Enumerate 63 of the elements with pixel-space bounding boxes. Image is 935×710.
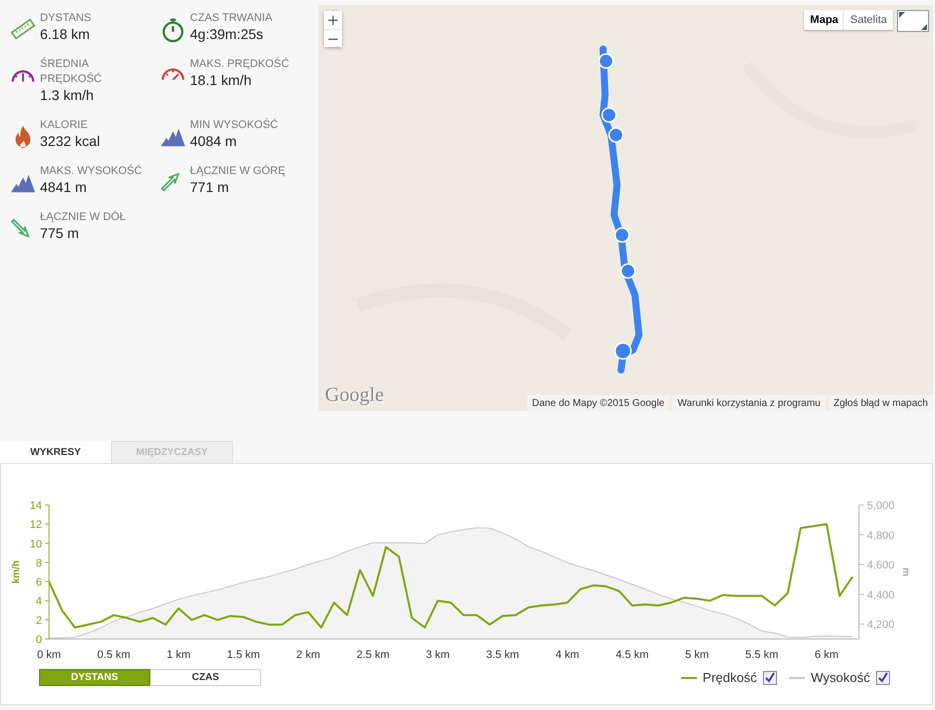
stat-value: 18.1 km/h: [190, 72, 252, 89]
x-tick-label: 6 km: [814, 649, 839, 661]
tab[interactable]: WYKRESY: [0, 441, 111, 463]
y-tick-label: 14: [30, 500, 42, 512]
stat-value: 775 m: [40, 225, 80, 242]
stat-label: KALORIE: [40, 118, 89, 133]
corner-arrows-icon: [898, 11, 928, 31]
stat-value: 1.3 km/h: [40, 87, 95, 104]
map-type-button[interactable]: Satelita: [844, 10, 893, 30]
x-tick-label: 0 km: [37, 649, 61, 661]
zoom-out-button[interactable]: −: [324, 29, 342, 47]
stat-value: 4841 m: [40, 179, 88, 196]
stopwatch-icon: [160, 17, 186, 43]
x-tick-label: 5.5 km: [745, 649, 778, 661]
stat-label: MAKS. WYSOKOŚĆ: [40, 164, 144, 179]
x-tick-label: 1 km: [166, 649, 191, 661]
stat-label: MIN WYSOKOŚĆ: [190, 118, 280, 133]
x-tick-label: 4.5 km: [616, 649, 649, 661]
x-tick-label: 4 km: [555, 649, 580, 661]
x-tick-label: 5 km: [685, 649, 709, 661]
legend-label: Prędkość: [702, 670, 757, 685]
y-tick-label: 4: [36, 596, 42, 608]
axis-toggle-button[interactable]: CZAS: [150, 669, 261, 686]
y-tick-label: 10: [30, 538, 42, 550]
y-tick-label: 4,200: [867, 619, 895, 632]
legend-label: Wysokość: [810, 670, 870, 685]
x-tick-label: 0.5 km: [97, 649, 130, 661]
y-axis-title: km/h: [11, 560, 22, 584]
zoom-in-button[interactable]: +: [324, 11, 342, 29]
stat-label: CZAS TRWANIA: [190, 11, 274, 26]
map-link[interactable]: Zgłoś błąd w mapach: [828, 395, 933, 411]
map-attribution: Dane do Mapy ©2015 Google: [527, 395, 670, 411]
stat-value: 6.18 km: [40, 26, 91, 43]
map-link[interactable]: Warunki korzystania z programu: [672, 395, 826, 411]
y-tick-label: 12: [30, 519, 42, 532]
stat-value: 4084 m: [190, 133, 238, 150]
y-tick-label: 4,400: [867, 589, 895, 602]
x-tick-label: 3 km: [426, 649, 450, 661]
x-tick-label: 2.5 km: [356, 649, 390, 661]
x-tick-label: 2 km: [296, 649, 320, 661]
x-tick-label: 1.5 km: [226, 649, 260, 661]
y-tick-label: 6: [36, 576, 42, 589]
y-axis-title: m: [900, 568, 911, 576]
y-tick-label: 2: [36, 614, 42, 627]
stat-value: 771 m: [190, 179, 230, 196]
map-type-button[interactable]: Mapa: [804, 10, 844, 30]
stat-label: ŁĄCZNIE W GÓRĘ: [190, 164, 286, 179]
checkbox[interactable]: [876, 670, 890, 684]
map-logo: Google: [325, 384, 384, 407]
checkbox[interactable]: [762, 670, 777, 684]
y-tick-label: 4,800: [867, 530, 895, 542]
stat-label: ŚREDNIA PRĘDKOŚĆ: [40, 57, 103, 87]
y-tick-label: 8: [36, 557, 42, 570]
stat-value: 3232 kcal: [40, 133, 101, 150]
y-tick-label: 5,000: [867, 500, 895, 512]
x-tick-label: 3.5 km: [486, 649, 520, 661]
stat-value: 4g:39m:25s: [190, 26, 264, 43]
stat-label: MAKS. PRĘDKOŚĆ: [190, 57, 290, 72]
stat-label: ŁĄCZNIE W DÓŁ: [40, 210, 127, 225]
y-tick-label: 0: [36, 634, 42, 646]
stat-label: DYSTANS: [40, 11, 92, 26]
y-tick-label: 4,600: [867, 560, 895, 572]
fullscreen-button[interactable]: [897, 10, 929, 32]
